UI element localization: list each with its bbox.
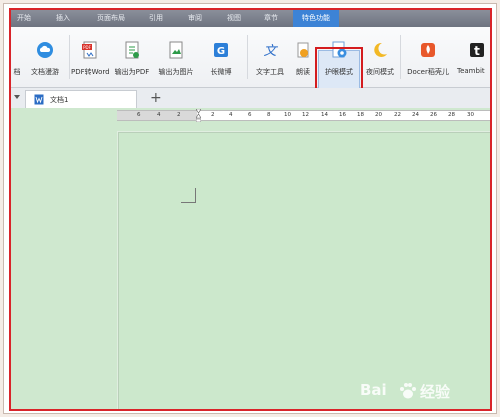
text-tool-button[interactable]: 文 文字工具 — [251, 31, 289, 83]
text-tool-icon: 文 — [263, 43, 278, 59]
doc-button-label: 档 — [13, 68, 21, 76]
tab-chapter[interactable]: 章节 — [259, 10, 283, 27]
separator — [247, 35, 248, 79]
ruler-number: 20 — [375, 112, 382, 118]
separator — [400, 35, 401, 79]
ruler-number: 8 — [267, 112, 271, 118]
read-aloud-label: 朗读 — [296, 68, 310, 76]
export-pdf-button[interactable]: 输出为PDF — [112, 31, 152, 83]
ruler-number: 14 — [321, 112, 328, 118]
ruler-number: 6 — [137, 112, 141, 118]
export-pdf-icon — [125, 41, 139, 59]
watermark-text: 经验 — [420, 383, 451, 401]
weibo-icon: G — [214, 43, 228, 57]
menu-bar: 开始 插入 页面布局 引用 审阅 视图 章节 特色功能 — [11, 10, 490, 27]
ruler-number: 4 — [157, 112, 161, 118]
night-mode-icon — [374, 42, 387, 57]
read-aloud-icon — [297, 42, 309, 58]
highlight-annotation — [315, 47, 363, 92]
cloud-icon — [37, 42, 53, 58]
teambition-button[interactable]: t Teambit — [457, 31, 490, 83]
doc-roaming-label: 文档漫游 — [31, 68, 59, 76]
docer-button[interactable]: Docer稻壳儿 — [403, 31, 453, 83]
svg-text:PDF: PDF — [83, 45, 91, 50]
tab-start[interactable]: 开始 — [13, 10, 35, 27]
watermark-text: Bai — [360, 381, 387, 399]
ruler-number: 26 — [430, 112, 437, 118]
ruler-number: 6 — [248, 112, 252, 118]
chevron-down-icon[interactable] — [14, 95, 20, 99]
tab-view[interactable]: 视图 — [222, 10, 246, 27]
paw-icon — [400, 383, 416, 399]
read-aloud-button[interactable]: 朗读 — [291, 31, 315, 83]
night-mode-button[interactable]: 夜间模式 — [363, 31, 397, 83]
document-tab-bar: 文档1 + — [11, 88, 490, 109]
night-mode-label: 夜间模式 — [366, 68, 394, 76]
ruler-number: 10 — [284, 112, 291, 118]
new-tab-button[interactable]: + — [150, 88, 162, 108]
ruler-area: 6 4 2 2 4 6 8 10 12 14 16 18 20 22 24 26… — [11, 108, 490, 122]
horizontal-ruler[interactable]: 6 4 2 2 4 6 8 10 12 14 16 18 20 22 24 26… — [117, 109, 490, 122]
doc-button[interactable]: 档 — [11, 31, 23, 83]
document-page[interactable] — [118, 132, 490, 409]
teambition-label: Teambit — [457, 67, 485, 75]
ruler-number: 2 — [211, 112, 215, 118]
text-tool-label: 文字工具 — [256, 68, 284, 76]
document-tab[interactable]: 文档1 — [25, 90, 137, 108]
ruler-number: 22 — [394, 112, 401, 118]
docer-icon — [421, 43, 435, 57]
document-title: 文档1 — [50, 96, 69, 104]
pdf-to-word-button[interactable]: PDF PDF转Word — [71, 31, 110, 83]
margin-corner-mark — [181, 188, 196, 203]
export-image-icon — [169, 41, 183, 59]
ruler-number: 28 — [448, 112, 455, 118]
teambition-icon: t — [470, 43, 484, 58]
tab-reference[interactable]: 引用 — [144, 10, 168, 27]
export-image-label: 输出为图片 — [158, 68, 194, 76]
tab-review[interactable]: 审阅 — [183, 10, 207, 27]
tab-special-features[interactable]: 特色功能 — [293, 10, 339, 27]
tab-page-layout[interactable]: 页面布局 — [91, 10, 131, 27]
ruler-number: 16 — [339, 112, 346, 118]
tab-insert[interactable]: 插入 — [51, 10, 75, 27]
separator — [69, 35, 70, 79]
svg-text:文: 文 — [263, 43, 278, 59]
doc-roaming-button[interactable]: 文档漫游 — [25, 31, 65, 83]
ruler-number: 4 — [229, 112, 233, 118]
ruler-number: 2 — [177, 112, 181, 118]
long-weibo-label: 长微博 — [210, 68, 232, 76]
baidu-watermark: Bai 经验 — [360, 379, 470, 403]
ruler-number: 12 — [302, 112, 309, 118]
pdf-to-word-icon: PDF — [82, 41, 97, 59]
ruler-number: 24 — [412, 112, 419, 118]
long-weibo-button[interactable]: G 长微博 — [201, 31, 241, 83]
svg-text:G: G — [217, 46, 225, 57]
ruler-number: 30 — [467, 112, 474, 118]
word-doc-icon — [34, 94, 44, 105]
pdf-to-word-label: PDF转Word — [71, 68, 110, 76]
indent-marker-icon[interactable] — [196, 109, 201, 122]
export-image-button[interactable]: 输出为图片 — [155, 31, 197, 83]
ruler-number: 18 — [357, 112, 364, 118]
app-window: 开始 插入 页面布局 引用 审阅 视图 章节 特色功能 档 文档漫游 PDF P… — [9, 8, 492, 411]
export-pdf-label: 输出为PDF — [114, 68, 150, 76]
docer-label: Docer稻壳儿 — [407, 68, 449, 76]
svg-text:t: t — [474, 44, 480, 58]
ribbon-toolbar: 档 文档漫游 PDF PDF转Word 输出为PDF 输出为图片 G 长微博 文… — [11, 27, 490, 92]
